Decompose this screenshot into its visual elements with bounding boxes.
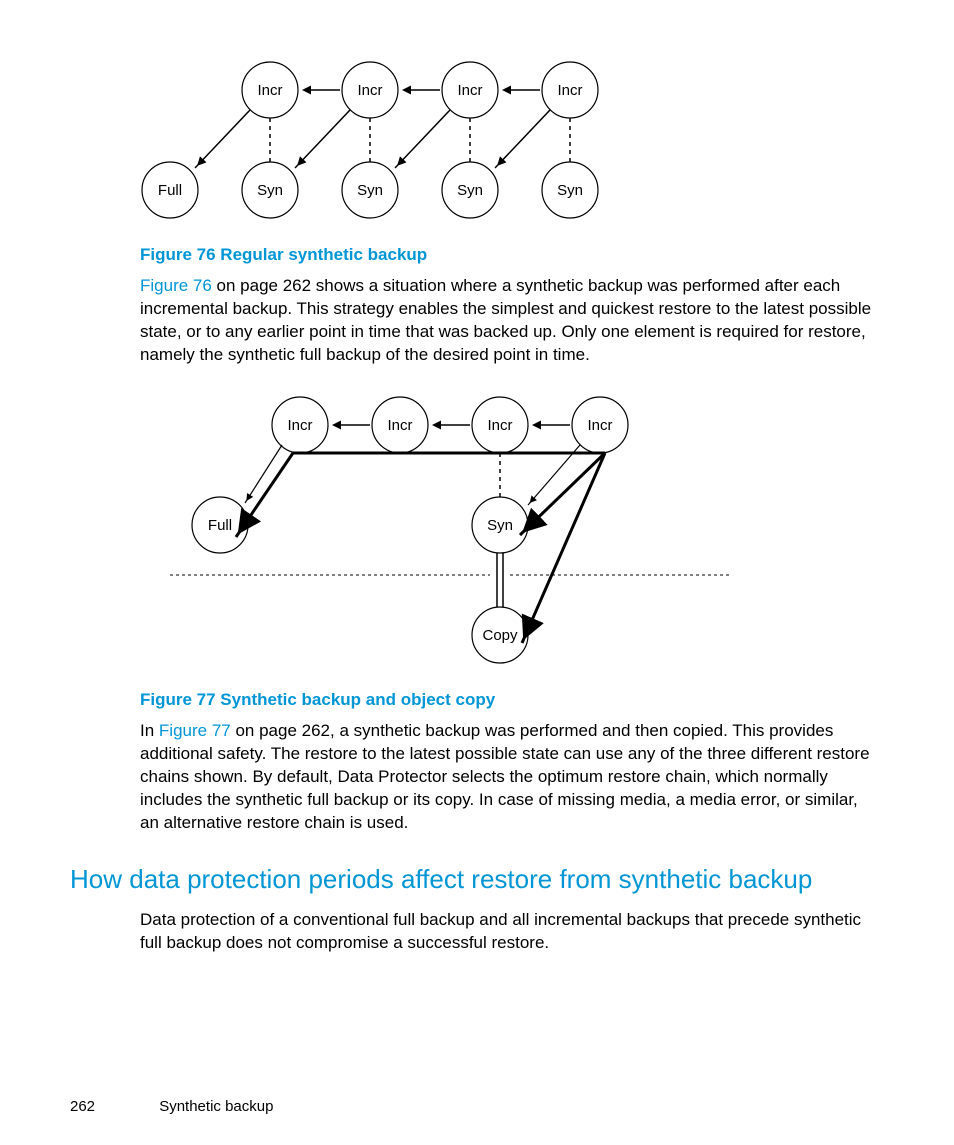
d2-incr-4: Incr xyxy=(587,417,612,434)
d1-incr-2: Incr xyxy=(357,82,382,99)
figure-76-caption: Figure 76 Regular synthetic backup xyxy=(140,245,874,265)
figure-76-diagram: Incr Incr Incr Incr Full Syn Syn Syn Syn xyxy=(140,50,874,235)
figure-76-para: Figure 76 on page 262 shows a situation … xyxy=(140,275,874,367)
d1-syn-4: Syn xyxy=(557,182,583,199)
d2-incr-3: Incr xyxy=(487,417,512,434)
section-para: Data protection of a conventional full b… xyxy=(140,909,874,955)
d2-syn: Syn xyxy=(487,517,513,534)
d2-incr-1: Incr xyxy=(287,417,312,434)
figure-76-text: on page 262 shows a situation where a sy… xyxy=(140,276,871,364)
figure-77-diagram: Incr Incr Incr Incr Full Syn Copy xyxy=(170,385,874,680)
d2-incr-2: Incr xyxy=(387,417,412,434)
d1-full: Full xyxy=(158,182,182,199)
page-footer: 262 Synthetic backup xyxy=(70,1098,273,1115)
section-heading: How data protection periods affect resto… xyxy=(70,864,874,895)
page-number: 262 xyxy=(70,1098,95,1115)
figure-77-para: In Figure 77 on page 262, a synthetic ba… xyxy=(140,720,874,835)
figure-77-text-after: on page 262, a synthetic backup was perf… xyxy=(140,721,870,832)
d1-incr-3: Incr xyxy=(457,82,482,99)
figure-77-link[interactable]: Figure 77 xyxy=(159,721,231,740)
figure-76-link[interactable]: Figure 76 xyxy=(140,276,212,295)
d1-incr-1: Incr xyxy=(257,82,282,99)
d2-copy: Copy xyxy=(482,627,518,644)
d1-syn-3: Syn xyxy=(457,182,483,199)
d2-full: Full xyxy=(208,517,232,534)
figure-77-caption: Figure 77 Synthetic backup and object co… xyxy=(140,690,874,710)
d1-incr-4: Incr xyxy=(557,82,582,99)
d1-syn-2: Syn xyxy=(357,182,383,199)
d1-syn-1: Syn xyxy=(257,182,283,199)
footer-title: Synthetic backup xyxy=(159,1098,273,1115)
figure-77-text-before: In xyxy=(140,721,159,740)
